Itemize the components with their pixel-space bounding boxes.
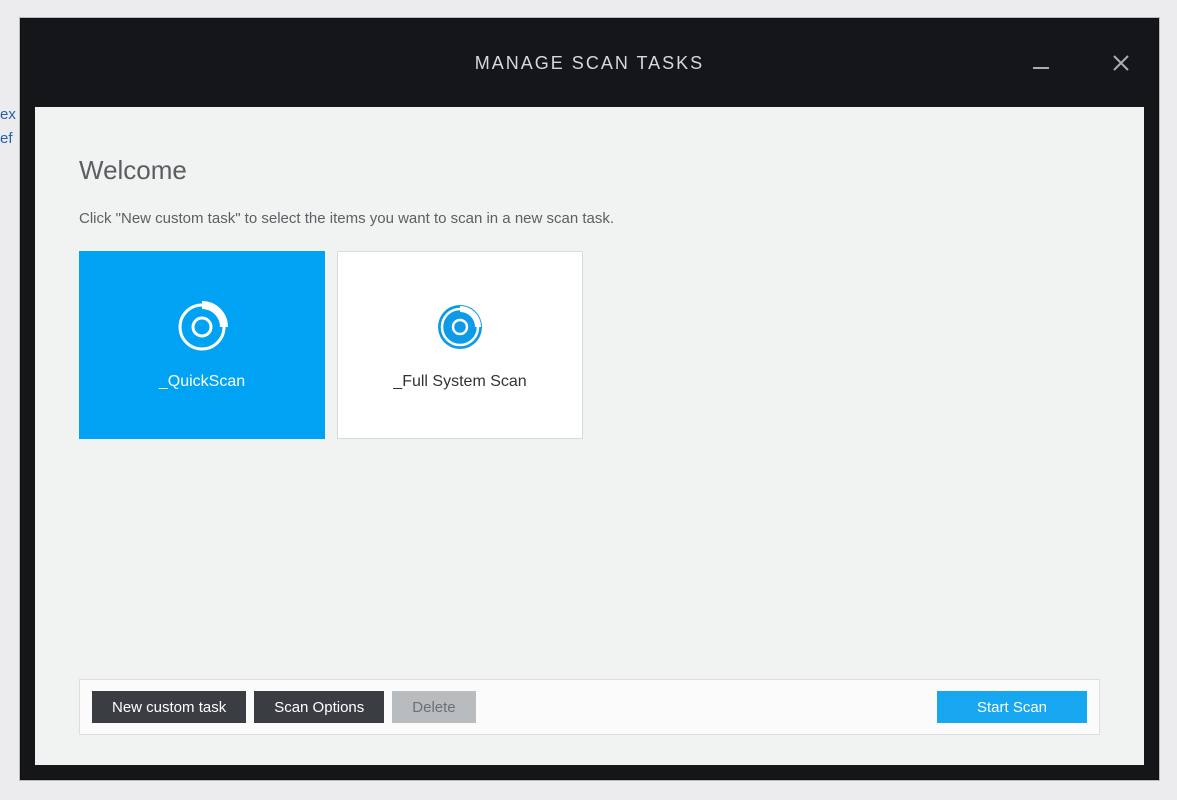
background-text: ex xyxy=(0,106,16,123)
background-text: ef xyxy=(0,130,13,147)
close-button[interactable] xyxy=(1098,40,1144,86)
manage-scan-tasks-window: MANAGE SCAN TASKS Welcome Click "New cus… xyxy=(20,18,1159,780)
minimize-button[interactable] xyxy=(1018,40,1064,86)
page-hint: Click "New custom task" to select the it… xyxy=(79,210,1100,227)
full-system-scan-card[interactable]: _Full System Scan xyxy=(337,251,583,439)
content-area: Welcome Click "New custom task" to selec… xyxy=(35,107,1144,765)
card-label: _QuickScan xyxy=(159,373,245,391)
footer-toolbar: New custom task Scan Options Delete Star… xyxy=(79,679,1100,735)
minimize-icon xyxy=(1032,54,1050,72)
titlebar: MANAGE SCAN TASKS xyxy=(21,19,1158,107)
scan-gauge-icon xyxy=(432,299,488,355)
scan-gauge-icon xyxy=(174,299,230,355)
page-heading: Welcome xyxy=(79,155,1100,186)
window-controls xyxy=(1018,19,1144,107)
scan-options-button[interactable]: Scan Options xyxy=(254,691,384,723)
card-label: _Full System Scan xyxy=(393,373,526,391)
new-custom-task-button[interactable]: New custom task xyxy=(92,691,246,723)
delete-button[interactable]: Delete xyxy=(392,691,475,723)
quick-scan-card[interactable]: _QuickScan xyxy=(79,251,325,439)
window-title: MANAGE SCAN TASKS xyxy=(475,53,704,74)
close-icon xyxy=(1112,54,1130,72)
start-scan-button[interactable]: Start Scan xyxy=(937,691,1087,723)
scan-cards: _QuickScan _Full System Scan xyxy=(79,251,1100,439)
